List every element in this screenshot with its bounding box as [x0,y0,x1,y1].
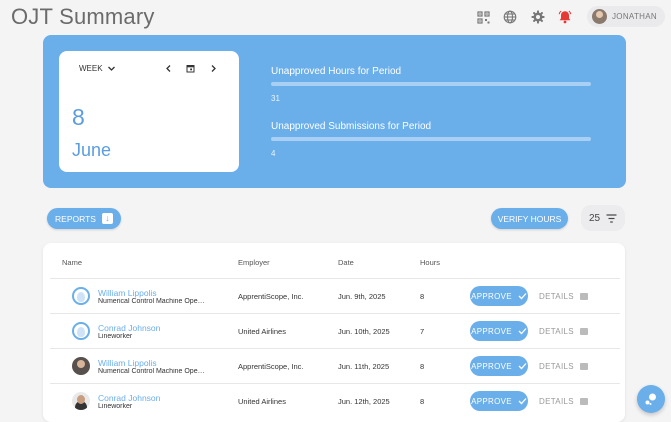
avatar [72,392,90,410]
check-icon [518,363,527,370]
student-name-link[interactable]: William Lippolis [98,288,157,298]
student-role: Lineworker [98,333,133,340]
submissions-table: Name Employer Date Hours William Lippoli… [43,243,625,422]
employer-cell: United Airlines [238,397,286,406]
selected-day: 8 [72,104,85,130]
per-page-filter[interactable]: 25 [581,205,625,231]
bell-icon[interactable] [557,9,573,25]
page-title: OJT Summary [11,4,155,29]
top-bar: OJT Summary JONATHAN [0,0,671,34]
hours-cell: 8 [420,292,425,301]
approve-button[interactable]: APPROVE [470,356,528,376]
date-cell: Jun. 11th, 2025 [338,362,390,371]
range-select-label: WEEK [79,64,103,73]
user-name: JONATHAN [612,12,657,21]
student-name-link[interactable]: Conrad Johnson [98,323,160,333]
table-row: Conrad Johnson Lineworker United Airline… [50,383,620,418]
student-role: Lineworker [98,403,133,410]
range-select[interactable]: WEEK [79,64,116,73]
calendar-icon [186,64,194,72]
chevron-left-icon [165,64,170,72]
details-label: DETAILS [539,292,574,301]
unapproved-submissions-value: 4 [271,149,276,158]
approve-label: APPROVE [471,291,512,301]
reports-button-label: REPORTS [55,213,96,224]
student-name-link[interactable]: Conrad Johnson [98,393,160,403]
unapproved-submissions-label: Unapproved Submissions for Period [271,121,432,132]
approve-label: APPROVE [471,326,512,336]
qr-code-icon[interactable] [475,9,491,25]
employer-cell: ApprentiScope, Inc. [238,362,304,371]
approve-button[interactable]: APPROVE [470,321,528,341]
avatar [592,9,607,24]
avatar [72,357,90,375]
hours-cell: 7 [420,327,425,336]
details-icon [579,363,588,370]
verify-hours-label: VERIFY HOURS [497,213,562,224]
details-icon [579,328,588,335]
details-label: DETAILS [539,362,574,371]
table-row: William Lippolis Numerical Control Machi… [50,278,620,313]
filter-icon [606,213,617,223]
next-period-button[interactable] [206,61,220,75]
details-button[interactable]: DETAILS [539,397,588,406]
details-button[interactable]: DETAILS [539,327,588,336]
selected-month: June [72,140,112,160]
unapproved-hours-value: 31 [271,94,280,103]
approve-label: APPROVE [471,396,512,406]
employer-cell: ApprentiScope, Inc. [238,292,304,301]
date-cell: Jun. 9th, 2025 [338,292,386,301]
user-menu[interactable]: JONATHAN [587,6,665,27]
details-label: DETAILS [539,327,574,336]
chevron-down-icon [107,66,115,71]
date-card: WEEK 8 June [59,51,239,172]
previous-period-button[interactable] [161,61,175,75]
column-header-date: Date [338,258,354,267]
hours-cell: 8 [420,362,425,371]
student-role: Numerical Control Machine Operator [98,368,206,375]
approve-label: APPROVE [471,361,512,371]
verify-hours-button[interactable]: VERIFY HOURS [491,208,568,229]
download-icon: ↓ [101,213,113,224]
table-row: William Lippolis Numerical Control Machi… [50,348,620,383]
check-icon [518,293,527,300]
details-icon [579,398,588,405]
employer-cell: United Airlines [238,327,286,336]
reports-button[interactable]: REPORTS ↓ [47,208,121,229]
gear-icon[interactable] [530,9,546,25]
unapproved-submissions-bar [271,137,591,141]
details-label: DETAILS [539,397,574,406]
student-role: Numerical Control Machine Operator [98,298,206,305]
support-icon [645,393,656,405]
unapproved-hours-label: Unapproved Hours for Period [271,66,402,77]
column-header-employer: Employer [238,258,270,267]
column-header-name: Name [62,258,83,267]
approve-button[interactable]: APPROVE [470,391,528,411]
column-header-hours: Hours [420,258,441,267]
check-icon [518,398,527,405]
student-name-link[interactable]: William Lippolis [98,358,157,368]
globe-icon[interactable] [502,9,518,25]
details-button[interactable]: DETAILS [539,362,588,371]
check-icon [518,328,527,335]
hours-cell: 8 [420,397,425,406]
details-button[interactable]: DETAILS [539,292,588,301]
summary-panel: WEEK 8 June Unapproved Hours for Period … [43,35,626,188]
chevron-right-icon [211,64,216,72]
details-icon [579,293,588,300]
per-page-value: 25 [588,212,601,224]
calendar-button[interactable] [183,61,197,75]
avatar [72,322,90,340]
table-row: Conrad Johnson Lineworker United Airline… [50,313,620,348]
avatar [72,287,90,305]
date-cell: Jun. 10th, 2025 [338,327,390,336]
unapproved-hours-bar [271,82,591,86]
approve-button[interactable]: APPROVE [470,286,528,306]
date-cell: Jun. 12th, 2025 [338,397,390,406]
help-fab-button[interactable] [637,385,665,413]
